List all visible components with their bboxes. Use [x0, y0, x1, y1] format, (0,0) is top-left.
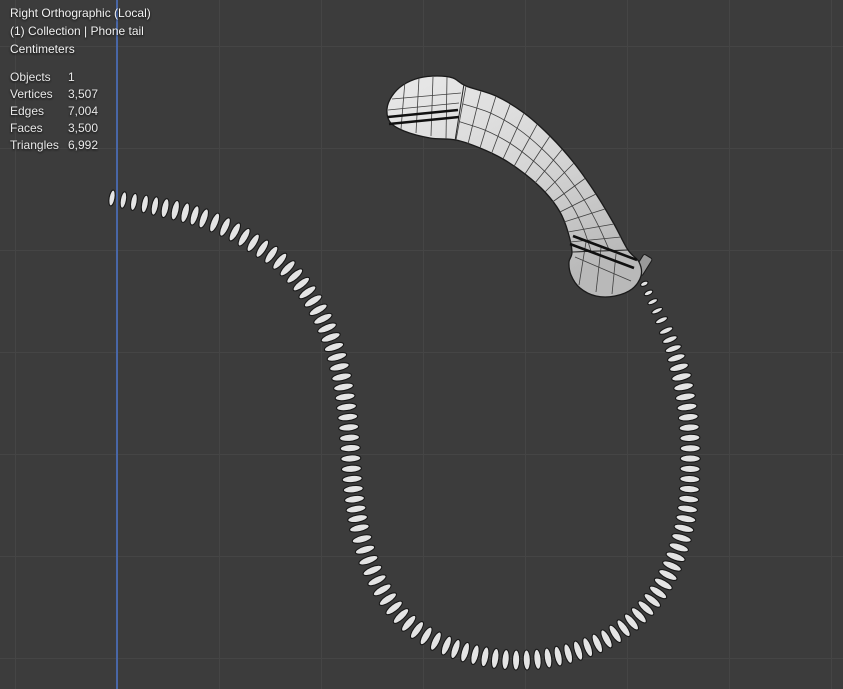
units-label: Centimeters	[10, 42, 75, 56]
stat-row: Faces3,500	[10, 120, 98, 137]
stat-value: 3,507	[68, 86, 98, 103]
phone-handset-mesh[interactable]	[387, 76, 653, 297]
stat-row: Triangles6,992	[10, 137, 98, 154]
stat-label: Faces	[10, 120, 68, 137]
stat-row: Objects1	[10, 69, 98, 86]
stat-label: Objects	[10, 69, 68, 86]
stat-row: Vertices3,507	[10, 86, 98, 103]
stat-label: Triangles	[10, 137, 68, 154]
viewport-scene	[0, 0, 843, 689]
stat-label: Vertices	[10, 86, 68, 103]
stat-value: 7,004	[68, 103, 98, 120]
stat-value: 1	[68, 69, 75, 86]
collection-breadcrumb: (1) Collection | Phone tail	[10, 24, 144, 38]
stat-value: 3,500	[68, 120, 98, 137]
view-label: Right Orthographic (Local)	[10, 6, 151, 20]
stat-value: 6,992	[68, 137, 98, 154]
scene-statistics: Objects1 Vertices3,507 Edges7,004 Faces3…	[10, 69, 98, 154]
3d-viewport[interactable]: Right Orthographic (Local) (1) Collectio…	[0, 0, 843, 689]
stat-row: Edges7,004	[10, 103, 98, 120]
stat-label: Edges	[10, 103, 68, 120]
